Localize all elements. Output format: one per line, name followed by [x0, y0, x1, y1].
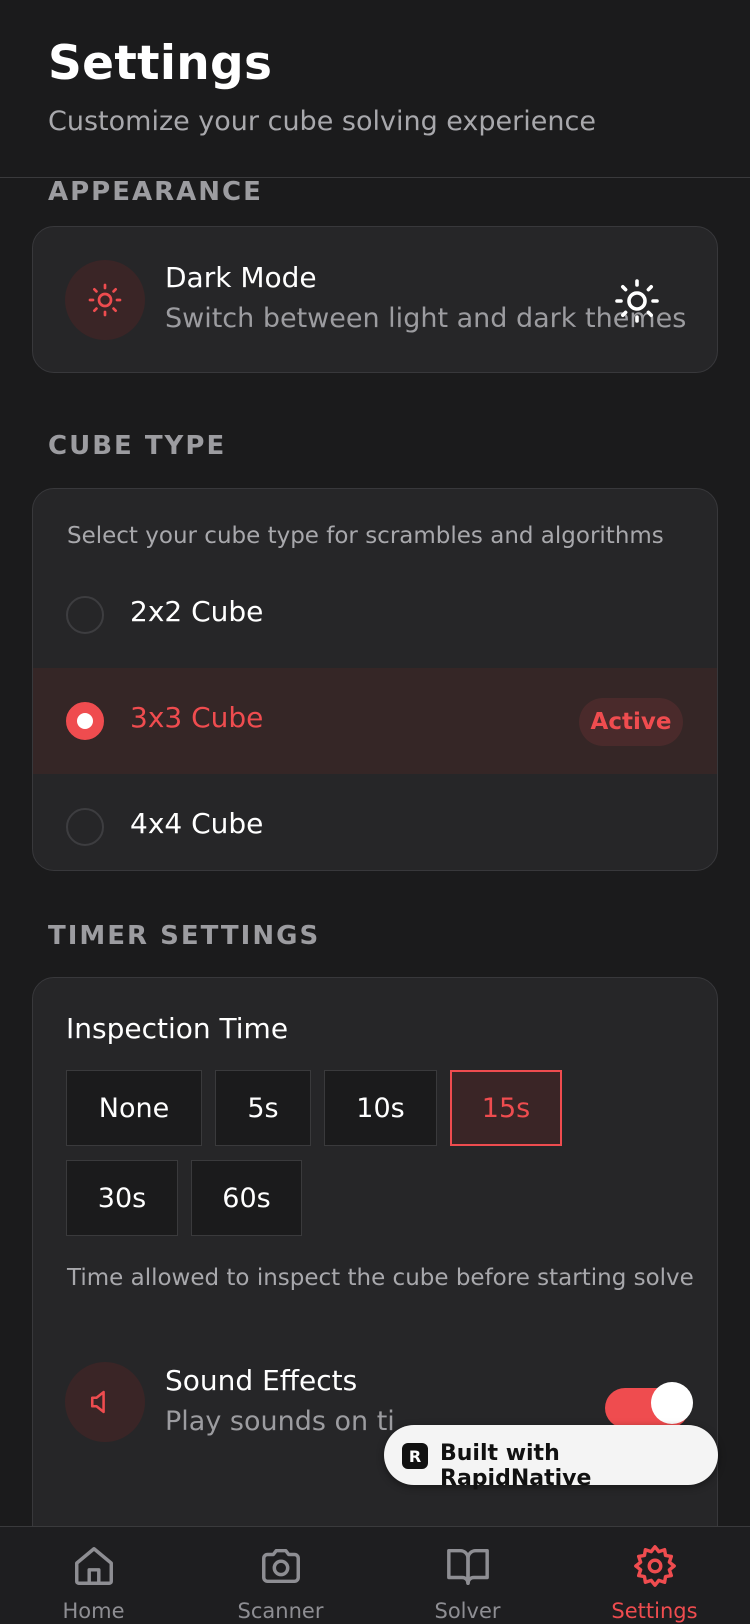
inspection-option-10s[interactable]: 10s [324, 1070, 437, 1146]
cube-option-label: 4x4 Cube [130, 807, 264, 840]
cube-option-3x3[interactable]: 3x3 Cube Active [33, 668, 717, 774]
tab-home[interactable]: Home [0, 1527, 187, 1624]
cube-option-2x2[interactable]: 2x2 Cube [33, 562, 717, 668]
rapidnative-logo-icon: R [402, 1443, 428, 1469]
dark-mode-icon-badge [65, 260, 145, 340]
speaker-icon [90, 1390, 105, 1414]
radio-button[interactable] [66, 596, 104, 634]
cube-type-card: Select your cube type for scrambles and … [32, 488, 718, 871]
inspection-option-60s[interactable]: 60s [191, 1160, 302, 1236]
dark-mode-subtitle: Switch between light and dark themes [165, 303, 687, 334]
home-icon [75, 1547, 113, 1585]
tab-label: Scanner [237, 1599, 324, 1623]
tab-solver[interactable]: Solver [374, 1527, 561, 1624]
book-icon [447, 1548, 489, 1585]
theme-toggle-sun-icon[interactable] [613, 277, 661, 325]
page-title: Settings [48, 36, 273, 91]
dark-mode-card[interactable]: Dark Mode Switch between light and dark … [32, 226, 718, 373]
cube-type-hint: Select your cube type for scrambles and … [67, 523, 664, 549]
section-title-timer-settings: TIMER SETTINGS [48, 921, 321, 951]
tab-settings[interactable]: Settings [561, 1527, 748, 1624]
camera-icon [262, 1548, 300, 1584]
sound-effects-toggle[interactable] [605, 1382, 693, 1428]
section-title-cube-type: CUBE TYPE [48, 431, 227, 461]
sound-effects-title: Sound Effects [165, 1364, 358, 1397]
inspection-option-30s[interactable]: 30s [66, 1160, 178, 1236]
inspection-time-hint: Time allowed to inspect the cube before … [67, 1265, 694, 1291]
inspection-time-title: Inspection Time [66, 1012, 289, 1045]
sound-effects-subtitle: Play sounds on ti [165, 1406, 395, 1437]
section-title-appearance: APPEARANCE [48, 179, 263, 207]
radio-button-selected[interactable] [66, 702, 104, 740]
dark-mode-title: Dark Mode [165, 261, 317, 294]
page-header: Settings Customize your cube solving exp… [0, 0, 750, 178]
tab-label: Settings [611, 1599, 698, 1623]
cube-option-label: 3x3 Cube [130, 701, 264, 734]
gear-icon [634, 1545, 676, 1587]
tab-label: Home [62, 1599, 125, 1623]
sun-icon [88, 283, 122, 317]
cube-option-4x4[interactable]: 4x4 Cube [33, 774, 717, 870]
settings-scroll-area[interactable]: APPEARANCE Dark Mode Switch between ligh… [0, 179, 750, 1526]
inspection-option-5s[interactable]: 5s [215, 1070, 311, 1146]
built-with-rapidnative-badge[interactable]: R Built with RapidNative [384, 1425, 718, 1491]
watermark-text: Built with RapidNative [440, 1441, 592, 1491]
inspection-option-none[interactable]: None [66, 1070, 202, 1146]
radio-button[interactable] [66, 808, 104, 846]
bottom-tab-bar: Home Scanner Solver Settings [0, 1526, 750, 1624]
inspection-option-15s[interactable]: 15s [450, 1070, 562, 1146]
tab-label: Solver [434, 1599, 501, 1623]
cube-option-label: 2x2 Cube [130, 595, 264, 628]
toggle-knob [651, 1382, 693, 1424]
sound-icon-badge [65, 1362, 145, 1442]
page-subtitle: Customize your cube solving experience [48, 106, 596, 137]
tab-scanner[interactable]: Scanner [187, 1527, 374, 1624]
active-badge: Active [579, 698, 683, 746]
